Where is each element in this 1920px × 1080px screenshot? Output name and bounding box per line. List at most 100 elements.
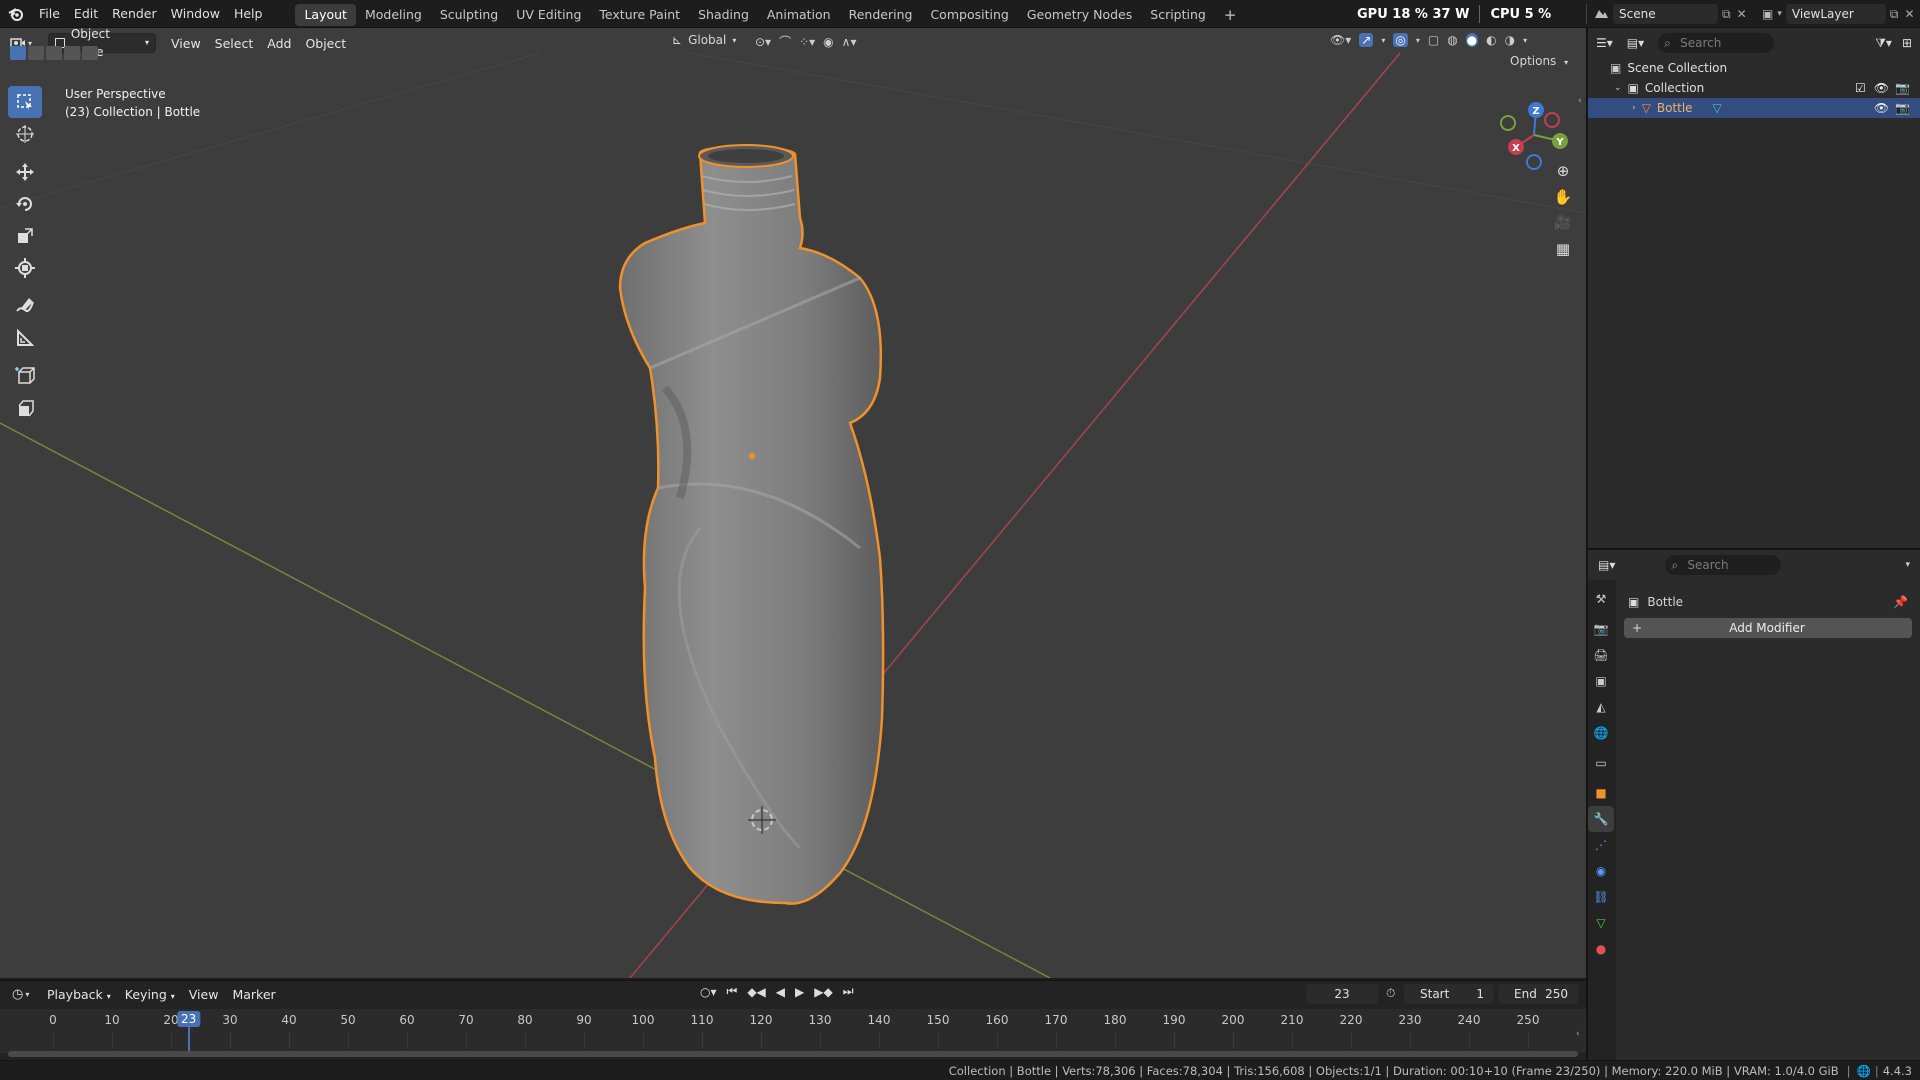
xray-toggle-icon[interactable]: ▢ [1428,33,1439,47]
tool-tab-icon[interactable]: ⚒ [1588,586,1614,612]
tab-scripting[interactable]: Scripting [1141,4,1215,26]
constraints-tab-icon[interactable]: ⛓ [1588,884,1614,910]
scene-delete-icon[interactable]: ✕ [1737,7,1747,21]
select-extend-icon[interactable] [28,46,44,60]
next-keyframe-icon[interactable]: ▶◆ [814,985,832,999]
end-frame-field[interactable]: End 250 [1498,984,1578,1004]
rotate-icon[interactable] [8,188,42,220]
menu-file[interactable]: File [32,0,67,28]
display-mode-icon[interactable]: ▤▾ [1627,36,1644,50]
menu-render[interactable]: Render [105,0,164,28]
measure-icon[interactable] [8,322,42,354]
eye-icon[interactable]: 👁 [1874,78,1889,98]
camera-icon[interactable]: 📷 [1895,78,1910,98]
wireframe-shading-icon[interactable]: ◍ [1447,33,1457,47]
falloff-icon[interactable]: ∧▾ [842,35,857,49]
jump-end-icon[interactable]: ⏭ [843,984,854,999]
properties-search-input[interactable]: ⌕ Search [1665,555,1782,575]
overlay-toggle-icon[interactable]: ◎ [1393,33,1408,47]
outliner-collection[interactable]: ⌄ ▣ Collection ☑ 👁 📷 [1588,78,1920,98]
timeline-scrollbar-thumb[interactable] [8,1051,1578,1057]
eye-icon[interactable]: 👁 [1874,98,1889,118]
chevron-down-icon[interactable]: ▾ [1905,560,1910,570]
pivot-icon[interactable]: ⊙▾ [755,35,771,49]
view-layer-new-icon[interactable]: ⧉ [1890,7,1899,22]
tab-sculpting[interactable]: Sculpting [431,4,507,26]
tab-texture-paint[interactable]: Texture Paint [590,4,689,26]
menu-help[interactable]: Help [227,0,270,28]
jump-start-icon[interactable]: ⏮ [727,984,738,999]
auto-keying-icon[interactable]: ○▾ [700,985,717,999]
extrude-icon[interactable] [8,392,42,424]
blender-logo-icon[interactable] [0,7,32,21]
menu-view[interactable]: View [164,36,208,51]
tab-compositing[interactable]: Compositing [921,4,1017,26]
material-shading-icon[interactable]: ◐ [1486,33,1496,47]
playhead-frame-badge[interactable]: 23 [177,1011,201,1027]
add-workspace-button[interactable]: + [1215,4,1246,26]
timeline-scrollbar[interactable] [0,1051,1586,1059]
outliner-search-input[interactable]: ⌕ Search [1658,33,1775,53]
tab-modeling[interactable]: Modeling [356,4,431,26]
area-divider[interactable] [1586,28,1588,1060]
outliner-object-bottle[interactable]: › ▽ Bottle ▽ 👁 📷 [1588,98,1920,118]
visibility-icon[interactable]: 👁▾ [1330,33,1351,47]
tab-layout[interactable]: Layout [295,4,356,26]
scene-name-field[interactable]: Scene [1613,4,1718,24]
scene-new-icon[interactable]: ⧉ [1722,7,1731,22]
mesh-data-icon[interactable]: ▽ [1713,98,1722,118]
timeline-editor-type-icon[interactable]: ◷ ▾ [0,987,40,1002]
properties-editor-type-icon[interactable]: ▤▾ [1598,558,1615,572]
physics-tab-icon[interactable]: ◉ [1588,858,1614,884]
network-icon[interactable]: 🌐 [1857,1064,1871,1078]
exclude-checkbox[interactable]: ☑ [1855,78,1866,98]
scene-tab-icon[interactable]: ◭ [1588,694,1614,720]
menu-marker[interactable]: Marker [225,987,282,1002]
particles-tab-icon[interactable]: ⋰ [1588,832,1614,858]
view-layer-tab-icon[interactable]: ▣ [1588,668,1614,694]
transform-orientation-dropdown[interactable]: ⊾ Global ▾ [672,33,736,47]
select-new-icon[interactable] [10,46,26,60]
viewport-scene[interactable] [0,28,1586,978]
menu-object[interactable]: Object [298,36,353,51]
timeline-track-area[interactable]: 0 10 20 30 40 50 60 70 80 90 100 110 120 130 140 150 160… [0,1009,1586,1057]
view-layer-delete-icon[interactable]: ✕ [1904,7,1914,21]
snap-icon[interactable]: ⌒ [779,33,791,50]
prev-keyframe-icon[interactable]: ◆◀ [747,985,765,999]
tab-geometry-nodes[interactable]: Geometry Nodes [1018,4,1141,26]
outliner-editor-type-icon[interactable]: ☰▾ [1596,36,1613,50]
add-cube-icon[interactable] [8,360,42,392]
menu-add[interactable]: Add [260,36,298,51]
play-reverse-icon[interactable]: ◀ [776,985,785,999]
timeline-sidebar-toggle-icon[interactable]: ‹ [1576,1029,1580,1039]
tab-uv-editing[interactable]: UV Editing [507,4,590,26]
cursor-icon[interactable] [8,118,42,150]
menu-window[interactable]: Window [164,0,227,28]
options-dropdown[interactable]: Options ▾ [1510,54,1568,68]
select-subtract-icon[interactable] [46,46,62,60]
area-divider[interactable] [1588,548,1920,550]
outliner-scene-collection[interactable]: ▣ Scene Collection [1588,58,1920,78]
expand-chevron-icon[interactable]: › [1632,98,1636,118]
annotate-icon[interactable] [8,290,42,322]
tab-rendering[interactable]: Rendering [840,4,922,26]
modifier-tab-icon[interactable]: 🔧 [1588,806,1614,832]
menu-edit[interactable]: Edit [67,0,105,28]
transform-icon[interactable] [8,252,42,284]
snap-target-icon[interactable]: ⁘▾ [799,35,815,49]
current-frame-field[interactable]: 23 [1306,984,1378,1004]
proportional-edit-icon[interactable]: ◉ [823,35,833,49]
gizmo-toggle-icon[interactable]: ↗ [1359,33,1374,47]
menu-keying[interactable]: Keying ▾ [118,987,182,1002]
tab-shading[interactable]: Shading [689,4,758,26]
pan-hand-icon[interactable]: ✋ [1550,184,1576,210]
data-tab-icon[interactable]: ▽ [1588,910,1614,936]
shading-dropdown-icon[interactable]: ▾ [1523,36,1527,45]
frame-ruler[interactable]: 0 10 20 30 40 50 60 70 80 90 100 110 120 130 140 150 160… [0,1009,1586,1057]
scene-selector[interactable]: Scene ⧉ ✕ [1586,4,1747,24]
view-layer-field[interactable]: ViewLayer [1785,4,1886,24]
stopwatch-icon[interactable]: ⏱ [1386,986,1395,1001]
camera-view-icon[interactable]: 🎥 [1550,210,1576,236]
render-tab-icon[interactable]: 📷 [1588,616,1614,642]
material-tab-icon[interactable]: ● [1588,936,1614,962]
